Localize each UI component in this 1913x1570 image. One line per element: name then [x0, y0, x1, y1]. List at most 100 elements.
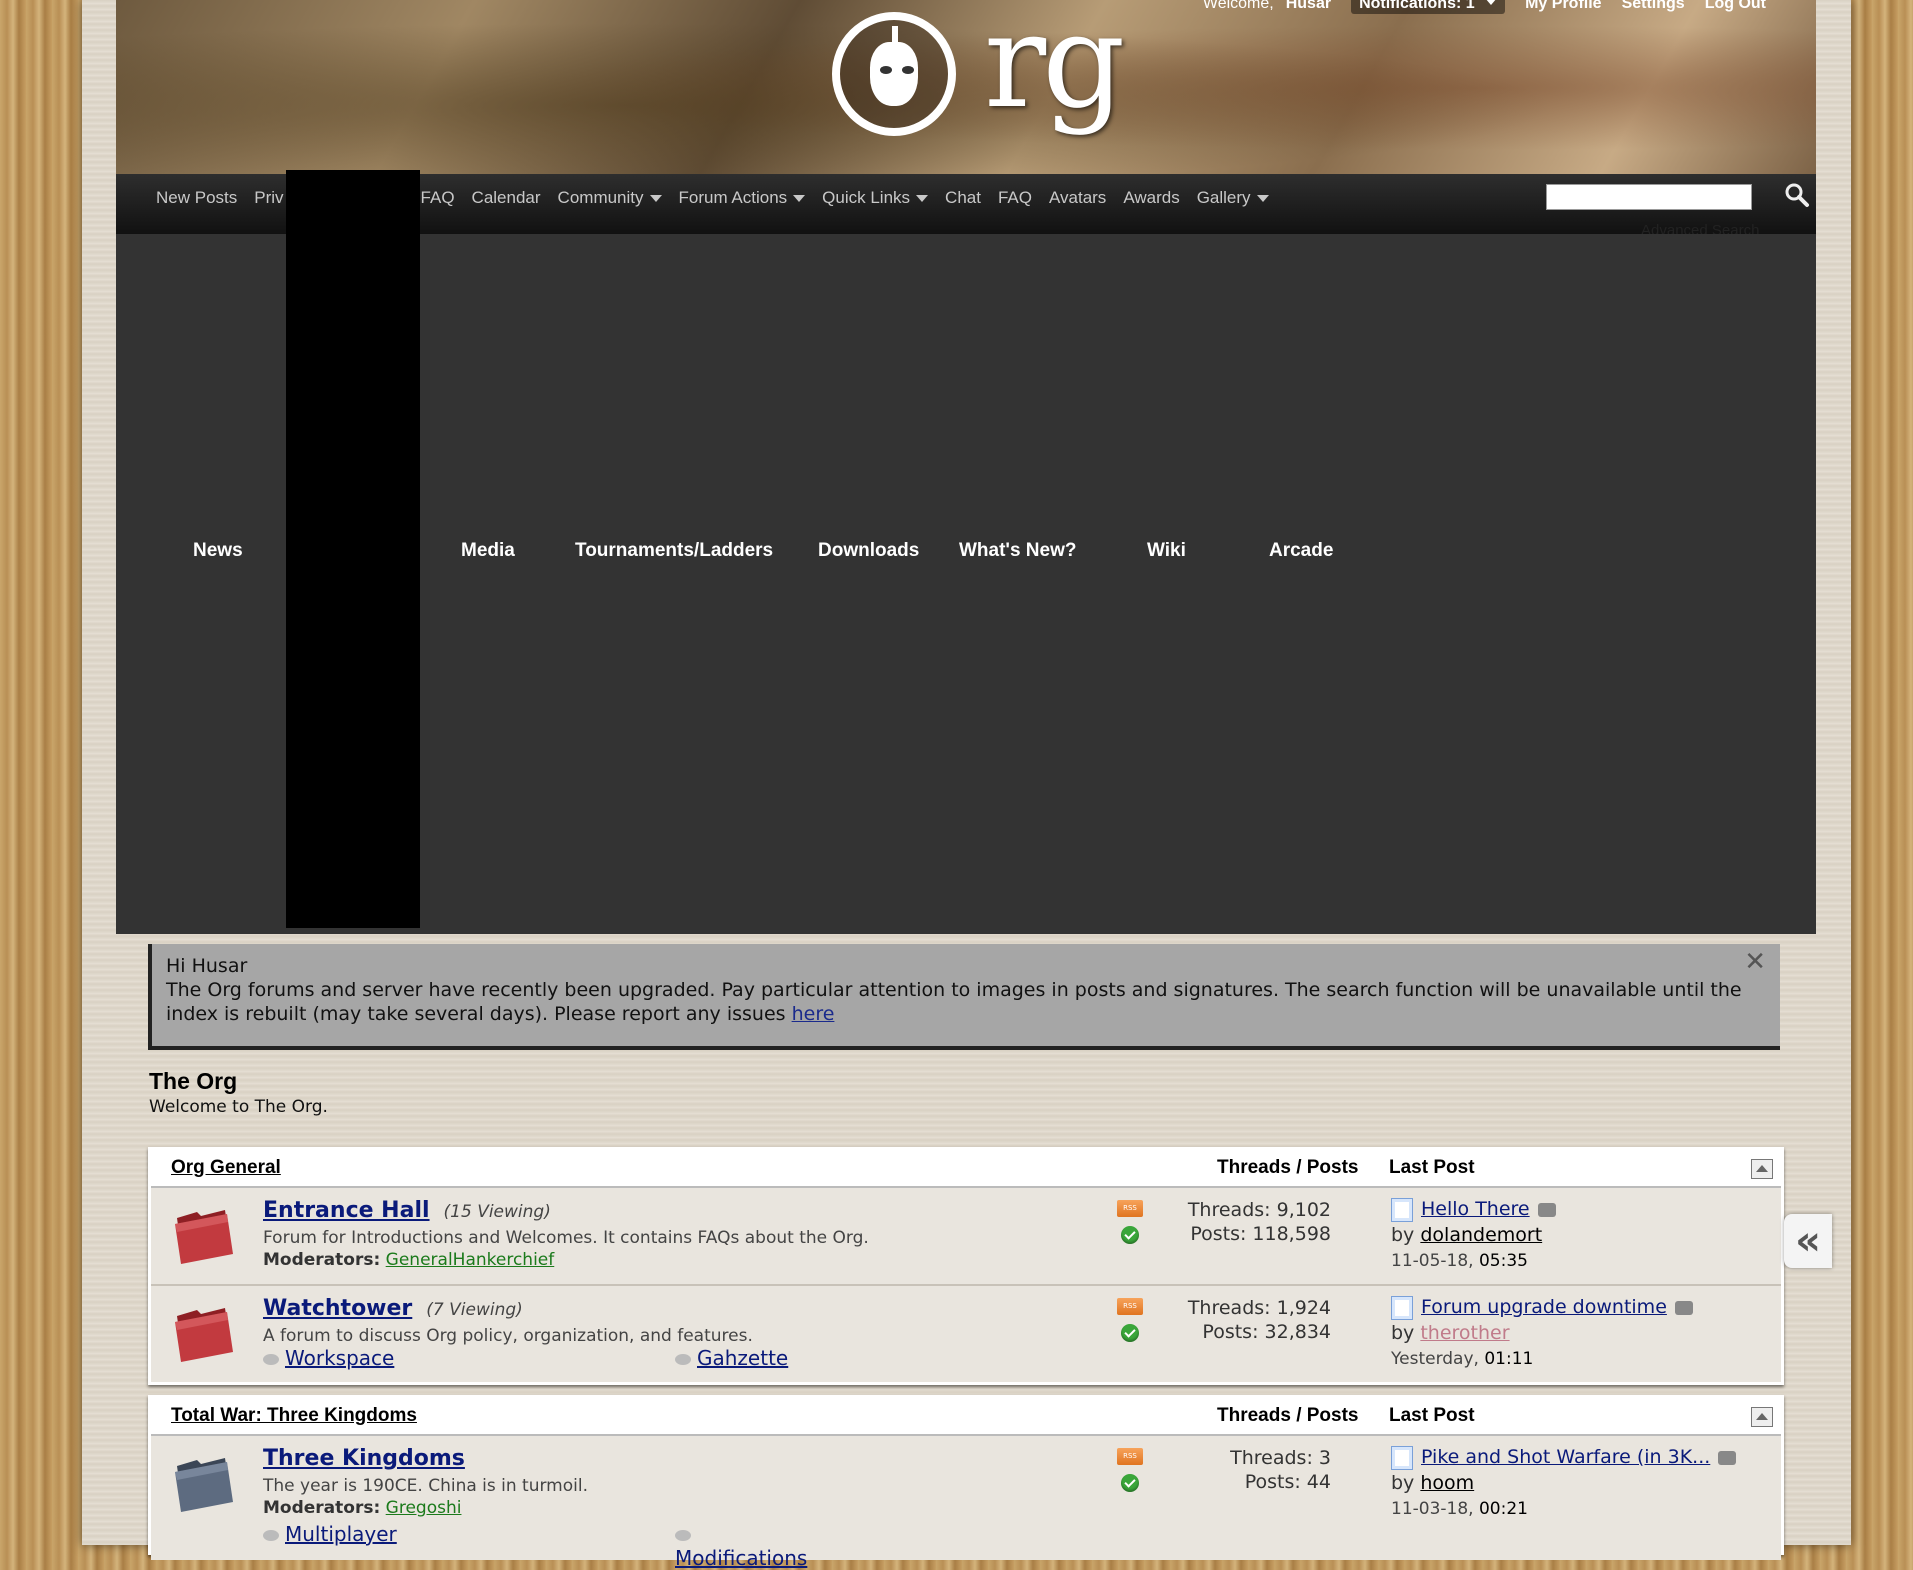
notifications-dropdown[interactable]: Notifications: 1: [1351, 0, 1506, 14]
forum-stats: Threads: 3 Posts: 44: [1151, 1446, 1331, 1494]
go-to-post-icon[interactable]: [1718, 1450, 1737, 1465]
tab-calendar[interactable]: Calendar: [472, 188, 541, 208]
collapse-icon[interactable]: [1751, 1159, 1773, 1179]
moderators-label: Moderators:: [263, 1250, 381, 1270]
forum-stats: Threads: 9,102 Posts: 118,598: [1151, 1198, 1331, 1246]
last-post-title-link[interactable]: Pike and Shot Warfare (in 3K...: [1421, 1446, 1710, 1468]
go-to-post-icon[interactable]: [1537, 1202, 1556, 1217]
go-to-post-icon[interactable]: [1674, 1300, 1693, 1315]
column-last-post: Last Post: [1389, 1157, 1475, 1178]
check-icon: [1121, 1226, 1139, 1244]
category-name-link[interactable]: Total War: Three Kingdoms: [171, 1405, 417, 1427]
chevron-down-icon: [1485, 0, 1498, 6]
document-icon: [1391, 1295, 1413, 1320]
notice-link[interactable]: here: [792, 1003, 835, 1025]
by-label: by: [1391, 1322, 1415, 1344]
category-org-general: Org General Threads / Posts Last Post En…: [148, 1147, 1784, 1385]
rss-icon[interactable]: RSS: [1117, 1298, 1143, 1315]
chevron-down-icon: [649, 195, 662, 203]
search-input[interactable]: [1546, 184, 1752, 210]
tab-forum-actions[interactable]: Forum Actions: [679, 188, 806, 208]
forum-title-link[interactable]: Entrance Hall (15 Viewing): [263, 1198, 551, 1223]
category-name-link[interactable]: Org General: [171, 1157, 281, 1179]
subforum-label: Multiplayer: [285, 1522, 397, 1546]
rss-icon[interactable]: RSS: [1117, 1200, 1143, 1217]
column-last-post: Last Post: [1389, 1405, 1475, 1426]
check-icon: [1121, 1474, 1139, 1492]
last-post-day: Yesterday,: [1391, 1349, 1479, 1369]
menu-link-media[interactable]: Media: [461, 540, 515, 562]
tab-avatars[interactable]: Avatars: [1049, 188, 1106, 208]
search-icon[interactable]: [1784, 182, 1810, 208]
tab-private[interactable]: Priv: [254, 188, 283, 208]
speech-bubble-icon: [675, 1354, 691, 1365]
viewing-count: (7 Viewing): [426, 1300, 523, 1320]
moderator-link[interactable]: GeneralHankerchief: [386, 1250, 555, 1270]
logo-text: rg: [984, 0, 1125, 137]
last-post-date: 11-03-18, 00:21: [1391, 1496, 1736, 1522]
tab-community[interactable]: Community: [558, 188, 662, 208]
rss-icon[interactable]: RSS: [1117, 1448, 1143, 1465]
last-post-title-link[interactable]: Hello There: [1421, 1198, 1530, 1220]
menu-link-news[interactable]: News: [193, 540, 243, 562]
moderators-label: Moderators:: [263, 1498, 381, 1518]
chevron-down-icon: [1256, 195, 1269, 203]
chevron-down-icon: [916, 195, 929, 203]
site-header: rg Welcome, Husar Notifications: 1 My Pr…: [116, 0, 1816, 176]
forum-description: The year is 190CE. China is in turmoil.: [263, 1476, 588, 1496]
user-bar: Welcome, Husar Notifications: 1 My Profi…: [1203, 0, 1766, 18]
redacted-block: [286, 170, 420, 928]
notifications-label: Notifications: 1: [1359, 0, 1475, 12]
tab-awards[interactable]: Awards: [1123, 188, 1179, 208]
subforum-label: Gahzette: [697, 1346, 789, 1370]
forum-title-link[interactable]: Watchtower (7 Viewing): [263, 1296, 523, 1321]
close-icon[interactable]: ✕: [1744, 949, 1766, 975]
logout-link[interactable]: Log Out: [1705, 0, 1766, 12]
speech-bubble-icon: [675, 1530, 691, 1541]
last-post-user-link[interactable]: therother: [1420, 1322, 1509, 1344]
forum-stats: Threads: 1,924 Posts: 32,834: [1151, 1296, 1331, 1344]
tab-new-posts[interactable]: New Posts: [156, 188, 237, 208]
settings-link[interactable]: Settings: [1622, 0, 1685, 12]
document-icon: [1391, 1197, 1413, 1222]
tab-quick-links[interactable]: Quick Links: [822, 188, 929, 208]
subforum-link[interactable]: Workspace: [263, 1346, 394, 1370]
sidebar-toggle-icon[interactable]: «: [1784, 1214, 1832, 1268]
menu-link-wiki[interactable]: Wiki: [1147, 540, 1186, 562]
tab-gallery[interactable]: Gallery: [1197, 188, 1269, 208]
category-header: Org General Threads / Posts Last Post: [151, 1150, 1781, 1188]
last-post: Pike and Shot Warfare (in 3K... by hoom …: [1391, 1444, 1737, 1522]
check-icon: [1121, 1324, 1139, 1342]
last-post-day: 11-03-18,: [1391, 1499, 1474, 1519]
tab-faq-2[interactable]: FAQ: [998, 188, 1032, 208]
subforum-link[interactable]: Modifications: [675, 1522, 823, 1570]
tab-forum-actions-label: Forum Actions: [678, 188, 788, 207]
my-profile-link[interactable]: My Profile: [1525, 0, 1601, 12]
last-post-user-link[interactable]: dolandemort: [1420, 1224, 1542, 1246]
site-logo[interactable]: rg: [832, 0, 1132, 145]
menu-link-arcade[interactable]: Arcade: [1269, 540, 1333, 562]
forum-row: Three Kingdoms The year is 190CE. China …: [151, 1436, 1781, 1570]
chevron-down-icon: [793, 195, 806, 203]
forum-title-text: Entrance Hall: [263, 1198, 430, 1223]
posts-count: Posts: 118,598: [1190, 1223, 1331, 1245]
menu-link-tournaments[interactable]: Tournaments/Ladders: [575, 540, 773, 562]
tab-faq[interactable]: FAQ: [421, 188, 455, 208]
menu-link-downloads[interactable]: Downloads: [818, 540, 919, 562]
moderator-link[interactable]: Gregoshi: [386, 1498, 462, 1518]
menu-link-whats-new[interactable]: What's New?: [959, 540, 1076, 562]
page-title: The Org: [149, 1068, 238, 1094]
by-label: by: [1391, 1472, 1415, 1494]
last-post-time: 00:21: [1478, 1499, 1528, 1519]
forum-title-link[interactable]: Three Kingdoms: [263, 1446, 465, 1471]
collapse-icon[interactable]: [1751, 1407, 1773, 1427]
folder-icon: [175, 1210, 233, 1264]
last-post-user-link[interactable]: hoom: [1420, 1472, 1474, 1494]
forum-moderators: Moderators: GeneralHankerchief: [263, 1250, 554, 1270]
subforum-link[interactable]: Multiplayer: [263, 1522, 397, 1546]
username-link[interactable]: Husar: [1286, 0, 1331, 12]
forum-description: A forum to discuss Org policy, organizat…: [263, 1326, 753, 1346]
tab-chat[interactable]: Chat: [945, 188, 981, 208]
last-post-title-link[interactable]: Forum upgrade downtime: [1421, 1296, 1667, 1318]
subforum-link[interactable]: Gahzette: [675, 1346, 788, 1370]
